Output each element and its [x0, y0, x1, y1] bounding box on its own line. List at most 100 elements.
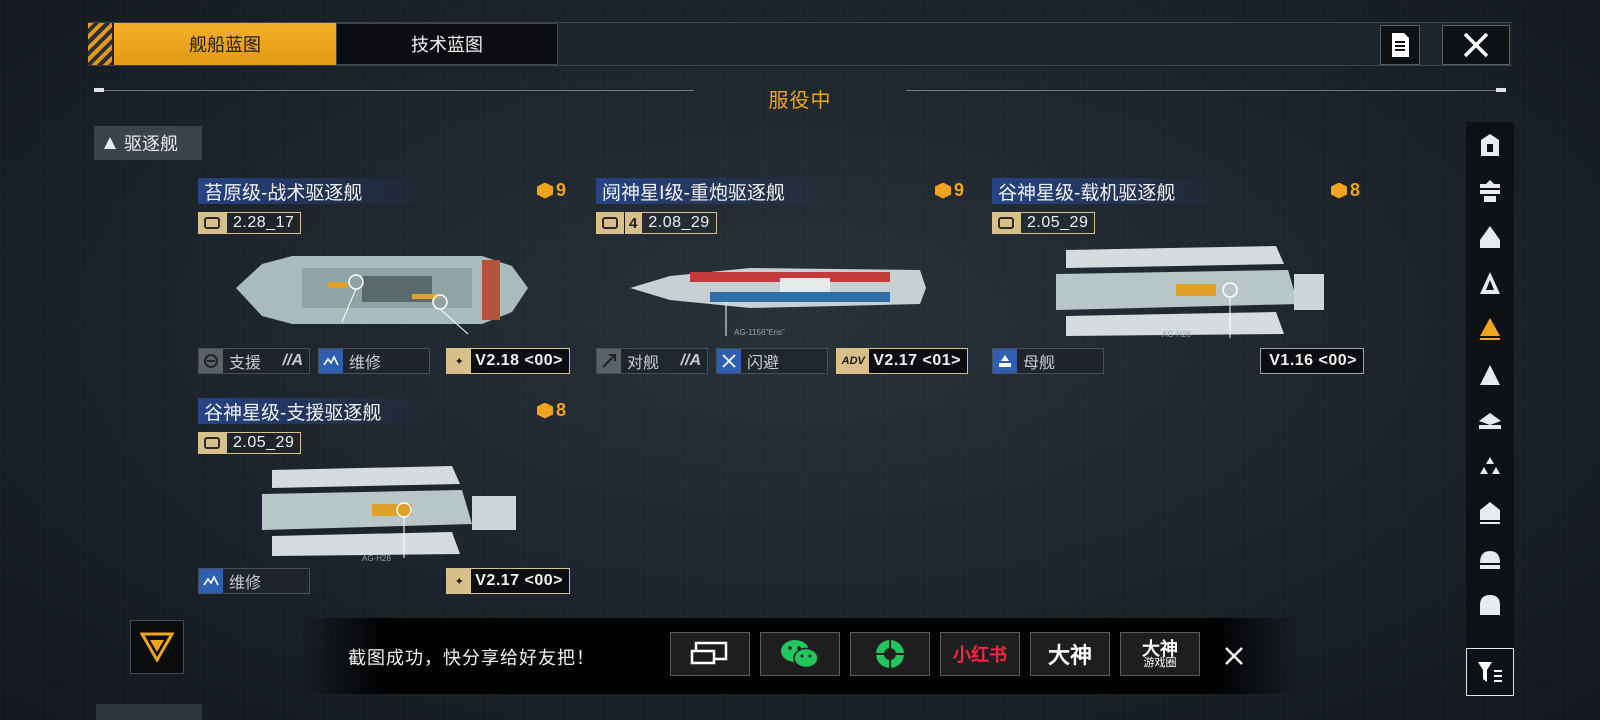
station-class-icon	[1480, 595, 1500, 615]
squadron-class-icon	[1480, 457, 1500, 474]
rail-item-frigate[interactable]	[1466, 352, 1514, 398]
ship-image	[630, 268, 926, 336]
wechat-icon	[781, 640, 819, 669]
filter-button[interactable]	[1466, 648, 1514, 696]
cruiser-class-icon	[1480, 272, 1500, 294]
rail-item-carrier[interactable]	[1466, 168, 1514, 214]
share-wechat-button[interactable]	[760, 632, 840, 676]
ship-stat: 2.05_29	[198, 432, 302, 454]
ship-name: 谷神星级-支援驱逐舰	[198, 398, 438, 424]
ship-image	[1056, 246, 1324, 338]
ship-cost: 8	[536, 400, 566, 421]
top-bar: 舰船蓝图 技术蓝图	[88, 22, 1512, 66]
version-badge: V1.16 <00>	[1260, 348, 1364, 374]
support-class-icon	[1480, 502, 1500, 524]
ship-image	[236, 256, 528, 335]
screenshot-icon	[690, 641, 728, 665]
ship-tags: 维修 ✦ V2.17 <00>	[198, 568, 570, 594]
role-tag: 对舰 //A	[596, 348, 708, 374]
heading-line-right	[906, 90, 1496, 91]
armor-icon	[596, 212, 624, 234]
document-button[interactable]	[1380, 25, 1420, 65]
ship-tags: 对舰 //A 闪避 ADV V2.17 <01>	[596, 348, 968, 374]
hazard-stripe	[88, 23, 112, 65]
rail-item-utility[interactable]	[1466, 536, 1514, 582]
frigate-class-icon	[1480, 365, 1500, 385]
ship-stat: 2.28_17	[198, 212, 302, 234]
share-dashen-circle-button[interactable]: 大神 游戏圈	[1120, 632, 1200, 676]
ship-class-rail	[1466, 122, 1514, 696]
rail-item-corvette[interactable]	[1466, 398, 1514, 444]
ship-designation: AG-H28	[362, 554, 391, 563]
rail-item-squadron[interactable]	[1466, 444, 1514, 490]
cost-hex-icon	[536, 182, 553, 199]
armor-icon	[198, 432, 226, 454]
toast-message: 截图成功，快分享给好友把！	[348, 648, 595, 668]
tab-ship-blueprint[interactable]: 舰船蓝图	[114, 23, 336, 65]
evade-icon	[717, 349, 741, 373]
close-button[interactable]	[1442, 25, 1510, 65]
role-tag: 闪避	[716, 348, 828, 374]
corvette-class-icon	[1479, 413, 1501, 429]
repair-icon	[319, 349, 343, 373]
role-tag: 支援 //A	[198, 348, 310, 374]
carrier-class-icon	[1480, 180, 1500, 202]
support-icon	[199, 349, 223, 373]
ship-card[interactable]: 谷神星级-载机驱逐舰 8 2.05_29 AG-H28 母舰 V1.16 <00…	[992, 178, 1364, 378]
share-moments-button[interactable]	[850, 632, 930, 676]
xiaohongshu-label: 小红书	[953, 645, 1007, 665]
share-toast: 截图成功，快分享给好友把！ 小红书 大神 大神 游戏圈	[300, 618, 1300, 694]
rail-item-mothership[interactable]	[1466, 122, 1514, 168]
star-badge-icon: ✦	[447, 569, 472, 593]
bottom-panel-handle[interactable]	[96, 704, 202, 720]
close-toast-icon[interactable]	[1220, 642, 1248, 670]
star-badge-icon: ✦	[447, 349, 472, 373]
role-tag: 母舰	[992, 348, 1104, 374]
filter-icon	[1478, 662, 1502, 682]
ship-name: 谷神星级-载机驱逐舰	[992, 178, 1232, 204]
ship-tags: 支援 //A 维修 ✦ V2.18 <00>	[198, 348, 570, 374]
ship-designation: AG-1156"Eris"	[734, 328, 785, 337]
emblem-triangle-icon	[140, 632, 174, 662]
dashen-label: 大神	[1047, 643, 1092, 668]
dashen-circle-label: 大神	[1142, 638, 1178, 659]
heading-tick-right	[1496, 88, 1506, 92]
destroyer-class-icon	[104, 137, 116, 149]
battlecruiser-class-icon	[1480, 226, 1500, 248]
version-badge: ADV V2.17 <01>	[836, 348, 968, 374]
armor-icon	[992, 212, 1020, 234]
utility-class-icon	[1480, 551, 1500, 569]
category-label: 驱逐舰	[124, 134, 178, 154]
share-xiaohongshu-button[interactable]: 小红书	[940, 632, 1020, 676]
ship-card[interactable]: 谷神星级-支援驱逐舰 8 2.05_29 AG-H28 维修 ✦ V2.17 <…	[198, 398, 570, 598]
section-title: 服役中	[768, 90, 832, 112]
role-tag: 维修	[198, 568, 310, 594]
emblem-button[interactable]	[130, 620, 184, 674]
repair-icon	[199, 569, 223, 593]
role-tag: 维修	[318, 348, 430, 374]
destroyer-class-icon	[1480, 318, 1500, 340]
ship-cost: 8	[1330, 180, 1360, 201]
adv-badge-icon: ADV	[837, 349, 870, 373]
ship-name: 苔原级-战术驱逐舰	[198, 178, 438, 204]
category-filter[interactable]: 驱逐舰	[94, 126, 202, 160]
rail-item-battlecruiser[interactable]	[1466, 214, 1514, 260]
version-badge: ✦ V2.17 <00>	[446, 568, 570, 594]
ship-card[interactable]: 苔原级-战术驱逐舰 9 2.28_17 支援 //A 维修 ✦ V2.18 <0…	[198, 178, 570, 378]
cost-hex-icon	[1330, 182, 1347, 199]
version-badge: ✦ V2.18 <00>	[446, 348, 570, 374]
carrier-icon	[993, 349, 1017, 373]
ship-card[interactable]: 阋神星Ⅰ级-重炮驱逐舰 9 4 2.08_29 AG-1156"Eris" 对舰…	[596, 178, 968, 378]
share-screenshot-button[interactable]	[670, 632, 750, 676]
rail-item-cruiser[interactable]	[1466, 260, 1514, 306]
ship-image	[262, 466, 516, 558]
close-icon	[1463, 32, 1489, 58]
tab-tech-blueprint[interactable]: 技术蓝图	[336, 23, 558, 65]
share-dashen-button[interactable]: 大神	[1030, 632, 1110, 676]
dashen-circle-sublabel: 游戏圈	[1143, 656, 1177, 669]
rail-item-station[interactable]	[1466, 582, 1514, 628]
rail-item-support[interactable]	[1466, 490, 1514, 536]
cost-hex-icon	[536, 402, 553, 419]
ship-tags: 母舰 V1.16 <00>	[992, 348, 1364, 374]
rail-item-destroyer[interactable]	[1466, 306, 1514, 352]
